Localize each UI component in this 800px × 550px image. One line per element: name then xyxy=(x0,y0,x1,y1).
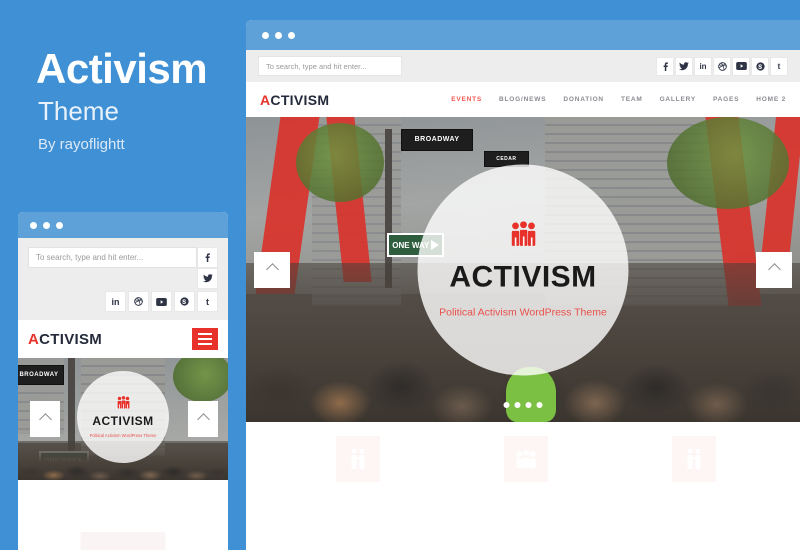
hero-subtitle: Political Activism WordPress Theme xyxy=(439,306,607,318)
nav-item-team[interactable]: TEAM xyxy=(621,96,643,103)
mobile-social-row: in t xyxy=(28,291,218,312)
desktop-navbar: ACTIVISM EVENTS BLOG/NEWS DONATION TEAM … xyxy=(246,82,800,117)
nav-item-pages[interactable]: PAGES xyxy=(713,96,739,103)
photo-broadway-sign: BROADWAY xyxy=(401,129,474,151)
site-logo-rest: CTIVISM xyxy=(39,330,103,348)
nav-item-events[interactable]: EVENTS xyxy=(451,96,482,103)
hero-subtitle: Political Activism WordPress Theme xyxy=(89,432,157,438)
nav-item-home2[interactable]: HOME 2 xyxy=(756,96,786,103)
mobile-search-input[interactable]: To search, type and hit enter... xyxy=(28,247,197,268)
desktop-main-menu: EVENTS BLOG/NEWS DONATION TEAM GALLERY P… xyxy=(451,96,786,103)
feature-card-1[interactable] xyxy=(336,436,380,482)
hero-title: ACTIVISM xyxy=(449,260,597,293)
nav-item-donation[interactable]: DONATION xyxy=(563,96,604,103)
chevron-left-icon xyxy=(265,263,279,276)
hero-circle-overlay: ACTIVISM Political Activism WordPress Th… xyxy=(417,164,629,375)
desktop-utility-bar: To search, type and hit enter... in t xyxy=(246,50,800,82)
youtube-icon[interactable] xyxy=(151,291,172,312)
desktop-social-links: in t xyxy=(655,56,788,76)
site-logo-rest: CTIVISM xyxy=(270,91,330,108)
carousel-prev-button[interactable] xyxy=(254,251,290,288)
nav-item-gallery[interactable]: GALLERY xyxy=(660,96,696,103)
screenshot-stage: Activism Theme By rayoflightt To search,… xyxy=(0,0,800,550)
window-dot-1[interactable] xyxy=(262,31,269,39)
carousel-dots xyxy=(503,402,543,408)
twitter-icon[interactable] xyxy=(197,268,218,289)
photo-green-hat xyxy=(506,367,557,422)
mobile-window-titlebar xyxy=(18,212,228,238)
feature-card-3[interactable] xyxy=(672,436,716,482)
photo-tree-right xyxy=(667,117,789,209)
mobile-hero-carousel: BROADWAY ONE WAY xyxy=(18,358,228,480)
mobile-browser-window: To search, type and hit enter... in t AC… xyxy=(18,212,228,550)
mobile-content-section xyxy=(18,480,228,550)
photo-broadway-sign: BROADWAY xyxy=(18,365,65,385)
site-logo-accent-letter: A xyxy=(260,91,271,108)
tumblr-icon[interactable]: t xyxy=(770,56,788,76)
handshake-icon xyxy=(351,448,365,469)
promo-title: Activism xyxy=(36,45,208,92)
window-dot-3[interactable] xyxy=(56,221,63,229)
hamburger-icon[interactable] xyxy=(192,328,218,350)
site-logo-accent-letter: A xyxy=(28,330,40,348)
mobile-navbar: ACTIVISM xyxy=(18,320,228,358)
tumblr-icon[interactable]: t xyxy=(197,291,218,312)
twitter-icon[interactable] xyxy=(675,56,693,76)
carousel-dot-2[interactable] xyxy=(514,402,521,408)
window-dot-1[interactable] xyxy=(30,221,37,229)
mobile-social-column xyxy=(197,247,218,289)
chevron-right-icon xyxy=(196,412,210,426)
photo-tree-right xyxy=(173,358,228,402)
hamburger-line-2 xyxy=(198,338,212,340)
site-logo[interactable]: ACTIVISM xyxy=(260,92,329,108)
window-dot-2[interactable] xyxy=(43,221,50,229)
desktop-hero-carousel: BROADWAY CEDAR ONE WAY ACTIVISM Politica… xyxy=(246,117,800,422)
carousel-dot-3[interactable] xyxy=(525,402,532,408)
carousel-prev-button[interactable] xyxy=(30,401,60,437)
hamburger-line-1 xyxy=(198,333,212,335)
desktop-window-titlebar xyxy=(246,20,800,50)
photo-signpost xyxy=(68,358,76,454)
hero-title: ACTIVISM xyxy=(92,413,154,428)
mobile-search-row: To search, type and hit enter... xyxy=(28,247,218,289)
people-group-icon xyxy=(116,395,131,409)
dribbble-icon[interactable] xyxy=(713,56,731,76)
youtube-icon[interactable] xyxy=(732,56,750,76)
carousel-next-button[interactable] xyxy=(756,251,792,288)
linkedin-icon[interactable]: in xyxy=(105,291,126,312)
promo-author: By rayoflightt xyxy=(38,136,125,153)
facebook-icon[interactable] xyxy=(656,56,674,76)
hamburger-line-3 xyxy=(198,343,212,345)
promo-subtitle: Theme xyxy=(38,96,119,126)
skype-icon[interactable] xyxy=(174,291,195,312)
handshake-icon xyxy=(687,448,701,469)
chevron-right-icon xyxy=(767,263,781,276)
facebook-icon[interactable] xyxy=(197,247,218,268)
window-dot-3[interactable] xyxy=(288,31,295,39)
skype-icon[interactable] xyxy=(751,56,769,76)
window-dot-2[interactable] xyxy=(275,31,282,39)
dribbble-icon[interactable] xyxy=(128,291,149,312)
mobile-utility-bar: To search, type and hit enter... in t xyxy=(18,238,228,320)
mobile-feature-card[interactable] xyxy=(80,532,166,550)
hero-circle-overlay: ACTIVISM Political Activism WordPress Th… xyxy=(77,370,169,463)
carousel-dot-1[interactable] xyxy=(503,402,510,408)
people-group-icon xyxy=(516,449,536,468)
desktop-browser-window: To search, type and hit enter... in t AC… xyxy=(246,20,800,550)
linkedin-icon[interactable]: in xyxy=(694,56,712,76)
desktop-search-input[interactable]: To search, type and hit enter... xyxy=(258,56,402,76)
chevron-left-icon xyxy=(38,412,52,426)
people-group-icon xyxy=(508,221,538,246)
carousel-dot-4[interactable] xyxy=(536,402,543,408)
desktop-features-section xyxy=(246,422,800,550)
carousel-next-button[interactable] xyxy=(188,401,218,437)
nav-item-blog-news[interactable]: BLOG/NEWS xyxy=(499,96,546,103)
site-logo[interactable]: ACTIVISM xyxy=(28,331,102,348)
feature-card-2[interactable] xyxy=(504,436,548,482)
